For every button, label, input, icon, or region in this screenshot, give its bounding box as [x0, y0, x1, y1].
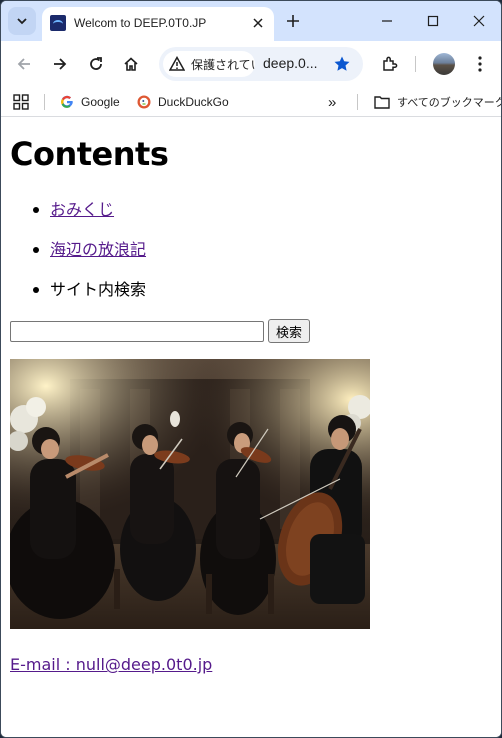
bullet	[33, 207, 39, 213]
bookmark-star-button[interactable]	[331, 53, 353, 75]
bookmark-duckduckgo[interactable]: DuckDuckGo	[137, 93, 229, 111]
reload-icon	[90, 57, 102, 70]
address-bar[interactable]: 保護されてい deep.0...	[159, 47, 363, 81]
contents-list: おみくじ 海辺の放浪記 サイト内検索	[1, 192, 146, 312]
toolbar-divider	[415, 56, 416, 72]
puzzle-icon	[383, 56, 398, 71]
list-item: おみくじ	[1, 192, 146, 232]
chevron-double-right-icon: »	[328, 93, 337, 111]
search-input[interactable]	[10, 321, 264, 342]
new-tab-button[interactable]	[283, 11, 303, 31]
arrow-right-icon	[54, 58, 67, 70]
apps-button[interactable]	[13, 93, 29, 111]
arrow-left-icon	[17, 58, 30, 70]
reload-button[interactable]	[84, 52, 108, 76]
site-favicon-icon	[50, 15, 66, 31]
google-icon	[60, 95, 74, 109]
close-icon	[473, 15, 485, 27]
search-button[interactable]: 検索	[268, 319, 310, 343]
bookmark-label: Google	[81, 95, 120, 109]
tab-strip: Welcom to DEEP.0T0.JP	[1, 1, 501, 41]
home-icon	[124, 57, 138, 71]
bookmarks-overflow-button[interactable]: »	[328, 93, 336, 111]
window-close-button[interactable]	[467, 9, 491, 33]
plus-icon	[287, 15, 299, 27]
omikuji-link[interactable]: おみくじ	[50, 200, 114, 219]
bookmark-google[interactable]: Google	[60, 93, 120, 111]
string-quartet-photo	[10, 359, 370, 629]
bookmark-label: DuckDuckGo	[158, 95, 229, 109]
chevron-down-icon	[17, 18, 27, 25]
email-link[interactable]: E-mail : null@deep.0t0.jp	[10, 655, 212, 674]
security-label: 保護されてい	[191, 58, 255, 72]
more-vertical-icon	[478, 56, 482, 72]
active-tab[interactable]: Welcom to DEEP.0T0.JP	[42, 7, 274, 41]
duckduckgo-icon	[137, 95, 151, 109]
tab-search-button[interactable]	[8, 7, 36, 35]
list-item: サイト内検索	[1, 272, 146, 312]
maximize-button[interactable]	[421, 9, 445, 33]
profile-avatar[interactable]	[433, 53, 455, 75]
web-page: Contents おみくじ 海辺の放浪記 サイト内検索 検索 E-mail: …	[1, 118, 501, 737]
folder-icon	[374, 95, 390, 109]
maximize-icon	[427, 15, 439, 27]
tab-close-button[interactable]	[250, 15, 266, 31]
umibe-link[interactable]: 海辺の放浪記	[50, 240, 146, 259]
bookmarks-divider	[44, 94, 45, 110]
bullet	[33, 247, 39, 253]
minimize-button[interactable]	[375, 9, 399, 33]
warning-icon	[169, 56, 185, 71]
extensions-button[interactable]	[378, 52, 402, 76]
forward-button[interactable]	[48, 52, 72, 76]
all-bookmarks-button[interactable]: すべてのブックマーク	[374, 93, 502, 111]
navigation-toolbar: 保護されてい deep.0...	[1, 41, 501, 87]
security-chip[interactable]: 保護されてい	[163, 51, 255, 77]
url-text: deep.0...	[263, 55, 318, 71]
star-icon	[334, 56, 350, 71]
menu-button[interactable]	[468, 52, 492, 76]
bullet	[33, 287, 39, 293]
close-icon	[253, 18, 263, 28]
site-search-label: サイト内検索	[50, 280, 147, 299]
all-bookmarks-label: すべてのブックマーク	[397, 97, 502, 109]
page-title: Contents	[10, 135, 169, 173]
back-button[interactable]	[12, 52, 36, 76]
bookmarks-divider	[357, 94, 358, 110]
list-item: 海辺の放浪記	[1, 232, 146, 272]
home-button[interactable]	[119, 52, 143, 76]
browser-window: Welcom to DEEP.0T0.JP 保護されて deep.0... Go…	[0, 0, 502, 738]
minimize-icon	[382, 20, 392, 22]
tab-title: Welcom to DEEP.0T0.JP	[74, 16, 207, 30]
apps-grid-icon	[13, 94, 29, 110]
bookmarks-bar: Google DuckDuckGo » すべてのブックマーク	[1, 87, 501, 117]
